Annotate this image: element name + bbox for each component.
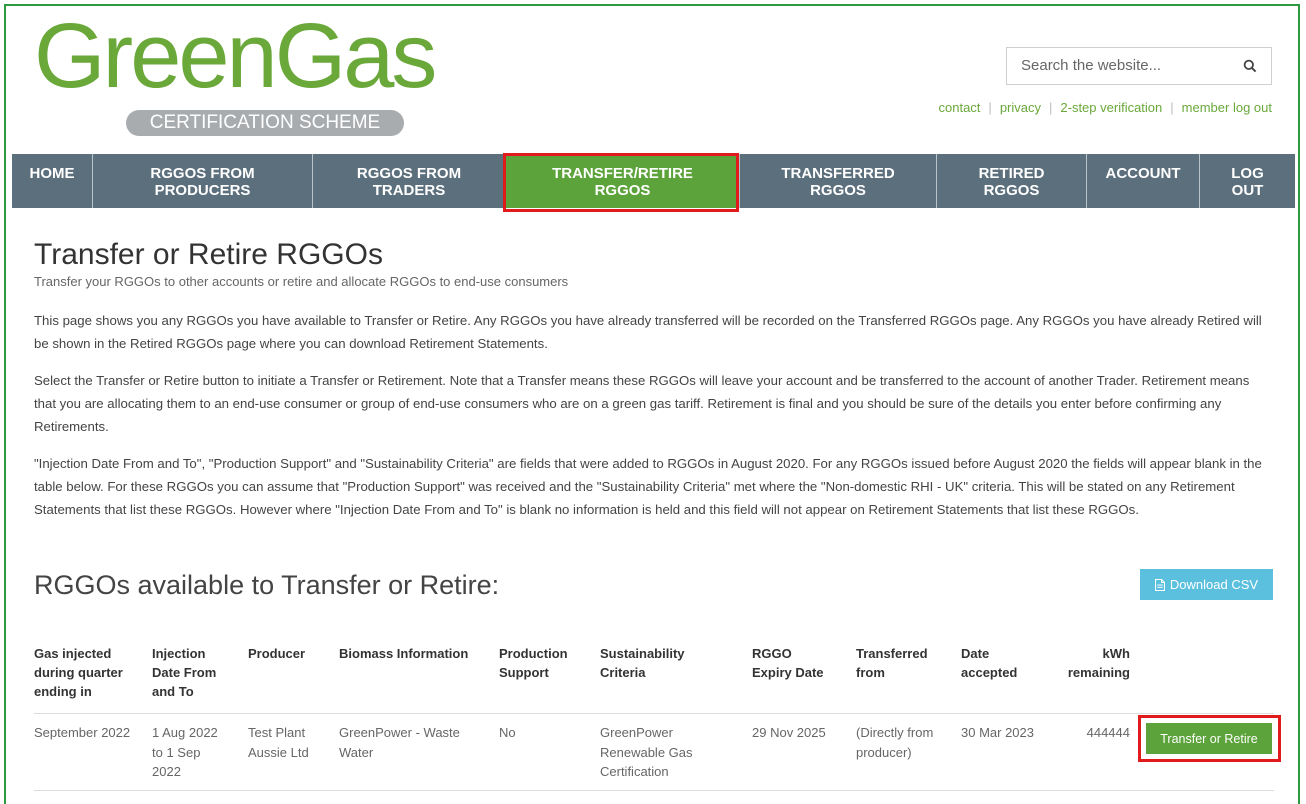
search-icon[interactable] — [1243, 59, 1257, 73]
intro-paragraph: This page shows you any RGGOs you have a… — [34, 313, 1262, 351]
col-header-producer: Producer — [248, 646, 306, 661]
main-nav: HOME RGGOS FROM PRODUCERS RGGOS FROM TRA… — [12, 154, 1295, 208]
cell-sustainability: GreenPower Renewable Gas Certification — [600, 725, 693, 779]
fields-note-paragraph: "Injection Date From and To", "Productio… — [34, 456, 1262, 517]
cell-expiry-date: 29 Nov 2025 — [752, 725, 826, 740]
col-header-date-accepted: Date accepted — [961, 646, 1018, 680]
nav-home[interactable]: HOME — [12, 154, 93, 208]
col-header-transferred-from: Transferred from — [856, 646, 928, 680]
search-input[interactable] — [1019, 56, 1233, 75]
nav-account[interactable]: ACCOUNT — [1087, 154, 1200, 208]
member-log-out-link[interactable]: member log out — [1174, 100, 1272, 115]
download-csv-button[interactable]: Download CSV — [1140, 569, 1273, 600]
utility-links: contact | privacy | 2-step verification … — [931, 100, 1273, 115]
site-logo[interactable]: GreenGas CERTIFICATION SCHEME — [34, 5, 474, 136]
col-header-kwh-remaining: kWh remaining — [1067, 646, 1130, 680]
row-divider — [34, 790, 1274, 791]
col-header-biomass: Biomass Information — [339, 646, 469, 661]
col-header-quarter: Gas injected during quarter ending in — [34, 646, 123, 699]
nav-transferred-rggos[interactable]: TRANSFERRED RGGOS — [740, 154, 937, 208]
section-title: RGGOs available to Transfer or Retire: — [34, 570, 500, 600]
download-csv-label: Download CSV — [1169, 577, 1259, 592]
logo-tagline: CERTIFICATION SCHEME — [126, 110, 404, 136]
nav-rggos-from-traders[interactable]: RGGOS FROM TRADERS — [313, 154, 506, 208]
col-header-production-support: Production Support — [499, 646, 568, 680]
main-content: Transfer or Retire RGGOs Transfer your R… — [34, 238, 1274, 521]
logo-wordmark: GreenGas — [34, 5, 437, 107]
cell-date-accepted: 30 Mar 2023 — [961, 725, 1034, 740]
transfer-or-retire-button[interactable]: Transfer or Retire — [1146, 723, 1272, 754]
nav-rggos-from-producers[interactable]: RGGOS FROM PRODUCERS — [93, 154, 313, 208]
cell-production-support: No — [499, 725, 516, 740]
privacy-link[interactable]: privacy — [992, 100, 1049, 115]
cell-kwh-remaining: 444444 — [1086, 725, 1130, 740]
nav-retired-rggos[interactable]: RETIRED RGGOS — [937, 154, 1087, 208]
contact-link[interactable]: contact — [931, 100, 989, 115]
cell-transferred-from: (Directly from producer) — [856, 725, 934, 760]
nav-log-out[interactable]: LOG OUT — [1200, 154, 1295, 208]
col-header-injection-date: Injection Date From and To — [152, 646, 217, 699]
row-divider — [34, 713, 1274, 714]
search-box — [1006, 47, 1272, 85]
col-header-expiry-date: RGGO Expiry Date — [752, 646, 824, 680]
file-icon — [1154, 578, 1165, 591]
two-step-verification-link[interactable]: 2-step verification — [1052, 100, 1170, 115]
cell-producer: Test Plant Aussie Ltd — [248, 725, 309, 760]
cell-biomass: GreenPower - Waste Water — [339, 725, 460, 760]
col-header-sustainability: Sustainability Criteria — [600, 646, 685, 680]
instructions-paragraph: Select the Transfer or Retire button to … — [34, 373, 1250, 434]
cell-injection-date: 1 Aug 2022 to 1 Sep 2022 — [152, 725, 218, 779]
page-title: Transfer or Retire RGGOs — [34, 238, 383, 271]
cell-quarter: September 2022 — [34, 725, 131, 740]
nav-transfer-retire-rggos[interactable]: TRANSFER/RETIRE RGGOS — [506, 154, 740, 208]
page-subtitle: Transfer your RGGOs to other accounts or… — [34, 274, 569, 289]
